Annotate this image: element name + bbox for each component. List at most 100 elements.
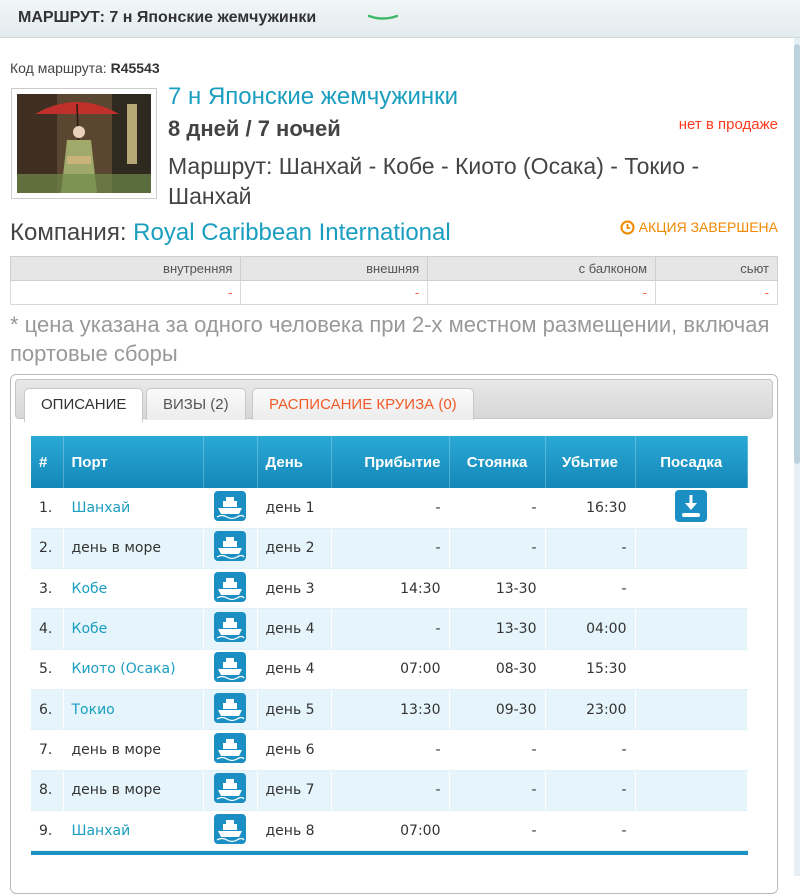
port-link[interactable]: Шанхай xyxy=(63,810,204,852)
table-row: 4. Кобе день 4-13-30 04:00 xyxy=(31,608,748,650)
arrival-cell: 07:00 xyxy=(331,649,450,690)
col-departure: Убытие xyxy=(545,436,636,488)
price-inside: - xyxy=(9,280,242,305)
price-outside: - xyxy=(240,280,429,305)
departure-cell: 04:00 xyxy=(545,608,636,650)
header-bar: МАРШРУТ: 7 н Японские жемчужинки xyxy=(0,0,800,38)
promo-label: АКЦИЯ ЗАВЕРШЕНА xyxy=(638,219,778,235)
route-code: Код маршрута: R45543 xyxy=(10,60,160,76)
col-port: Порт xyxy=(63,436,204,488)
price-table: внутренняя внешняя с балконом сьют - - -… xyxy=(9,256,778,305)
route-code-label: Код маршрута: xyxy=(10,60,107,76)
stay-cell: - xyxy=(449,770,546,811)
stay-cell: 09-30 xyxy=(449,689,546,731)
arrival-cell: 14:30 xyxy=(331,568,450,610)
port-link[interactable]: Токио xyxy=(63,689,204,731)
cruise-photo-image xyxy=(17,94,151,193)
day-cell: день 7 xyxy=(257,770,332,811)
row-number: 4. xyxy=(31,608,64,650)
stay-cell: - xyxy=(449,528,546,570)
departure-cell: - xyxy=(545,528,636,570)
stay-cell: 08-30 xyxy=(449,649,546,690)
table-row: 8. день в море день 7--- xyxy=(31,770,748,811)
table-row: 5. Киото (Осака) день 4 07:00 08-30 15:30 xyxy=(31,649,748,690)
departure-cell: - xyxy=(545,729,636,771)
port-link[interactable]: Кобе xyxy=(63,608,204,650)
row-number: 7. xyxy=(31,729,64,771)
tab-bar: ОПИСАНИЕ ВИЗЫ (2) РАСПИСАНИЕ КРУИЗА (0) xyxy=(15,379,773,422)
port-link[interactable]: Киото (Осака) xyxy=(63,649,204,690)
ship-icon[interactable] xyxy=(214,652,246,686)
day-cell: день 6 xyxy=(257,729,332,771)
company-link[interactable]: Royal Caribbean International xyxy=(133,219,451,246)
company-line: Компания: Royal Caribbean International xyxy=(10,219,451,247)
day-cell: день 1 xyxy=(257,488,332,529)
sale-status: нет в продаже xyxy=(678,116,778,133)
ship-cell xyxy=(203,770,258,811)
stay-cell: 13-30 xyxy=(449,568,546,610)
stay-cell: - xyxy=(449,729,546,771)
ship-icon[interactable] xyxy=(214,813,246,848)
price-header-balcony: с балконом xyxy=(427,256,657,281)
port-name: день в море xyxy=(63,729,204,771)
route-code-value: R45543 xyxy=(110,60,160,76)
ship-icon[interactable] xyxy=(214,612,246,646)
ship-icon[interactable] xyxy=(214,490,246,525)
arrival-cell: 13:30 xyxy=(331,689,450,731)
itinerary-table: # Порт День Прибытие Стоянка Убытие Поса… xyxy=(31,436,748,855)
tab-description[interactable]: ОПИСАНИЕ xyxy=(24,388,144,422)
table-row: 9. Шанхай день 8 07:00- - xyxy=(31,810,748,852)
table-row: 6. Токио день 5 13:30 09-30 23:00 xyxy=(31,689,748,731)
cruise-duration: 8 дней / 7 ночей xyxy=(168,116,341,141)
port-link[interactable]: Кобе xyxy=(63,568,204,610)
ship-icon[interactable] xyxy=(214,571,246,606)
stay-cell: - xyxy=(449,488,546,529)
col-ship xyxy=(203,436,258,488)
table-row: 7. день в море день 6--- xyxy=(31,729,748,771)
col-boarding: Посадка xyxy=(635,436,748,488)
row-number: 8. xyxy=(31,770,64,811)
cruise-title-link[interactable]: 7 н Японские жемчужинки xyxy=(168,83,458,111)
day-cell: день 2 xyxy=(257,528,332,570)
tab-visas[interactable]: ВИЗЫ (2) xyxy=(146,388,246,420)
port-link[interactable]: Шанхай xyxy=(63,488,204,529)
day-cell: день 8 xyxy=(257,810,332,852)
stay-cell: 13-30 xyxy=(449,608,546,650)
day-cell: день 5 xyxy=(257,689,332,731)
boarding-cell xyxy=(635,729,748,771)
scrollbar-thumb[interactable] xyxy=(794,44,800,464)
row-number: 3. xyxy=(31,568,64,610)
cruise-route: Маршрут: Шанхай - Кобе - Киото (Осака) -… xyxy=(168,153,700,209)
tab-cruise-schedule[interactable]: РАСПИСАНИЕ КРУИЗА (0) xyxy=(252,388,474,420)
ship-icon[interactable] xyxy=(214,531,246,565)
ship-icon[interactable] xyxy=(214,773,246,807)
ship-cell xyxy=(203,729,258,771)
table-row: 3. Кобе день 3 14:30 13-30- xyxy=(31,568,748,610)
row-number: 6. xyxy=(31,689,64,731)
price-header-inside: внутренняя xyxy=(9,256,242,281)
departure-cell: - xyxy=(545,568,636,610)
price-balcony: - xyxy=(427,280,657,305)
departure-cell: 16:30 xyxy=(545,488,636,529)
boarding-cell xyxy=(635,528,748,570)
wave-icon xyxy=(368,14,398,20)
ship-cell xyxy=(203,568,258,610)
ship-icon[interactable] xyxy=(214,692,246,727)
col-day: День xyxy=(257,436,332,488)
promo-status: АКЦИЯ ЗАВЕРШЕНА xyxy=(620,219,778,235)
arrival-cell: - xyxy=(331,770,450,811)
row-number: 1. xyxy=(31,488,64,529)
departure-cell: - xyxy=(545,810,636,852)
cruise-photo[interactable] xyxy=(11,88,157,199)
row-number: 9. xyxy=(31,810,64,852)
boarding-cell xyxy=(635,689,748,731)
ship-icon[interactable] xyxy=(214,732,246,767)
col-num: # xyxy=(31,436,64,488)
boarding-cell xyxy=(635,608,748,650)
photo-illustration xyxy=(17,94,151,193)
boarding-cell xyxy=(635,568,748,610)
departure-cell: 15:30 xyxy=(545,649,636,690)
port-name: день в море xyxy=(63,770,204,811)
boarding-icon[interactable] xyxy=(675,489,708,526)
ship-cell xyxy=(203,488,258,529)
